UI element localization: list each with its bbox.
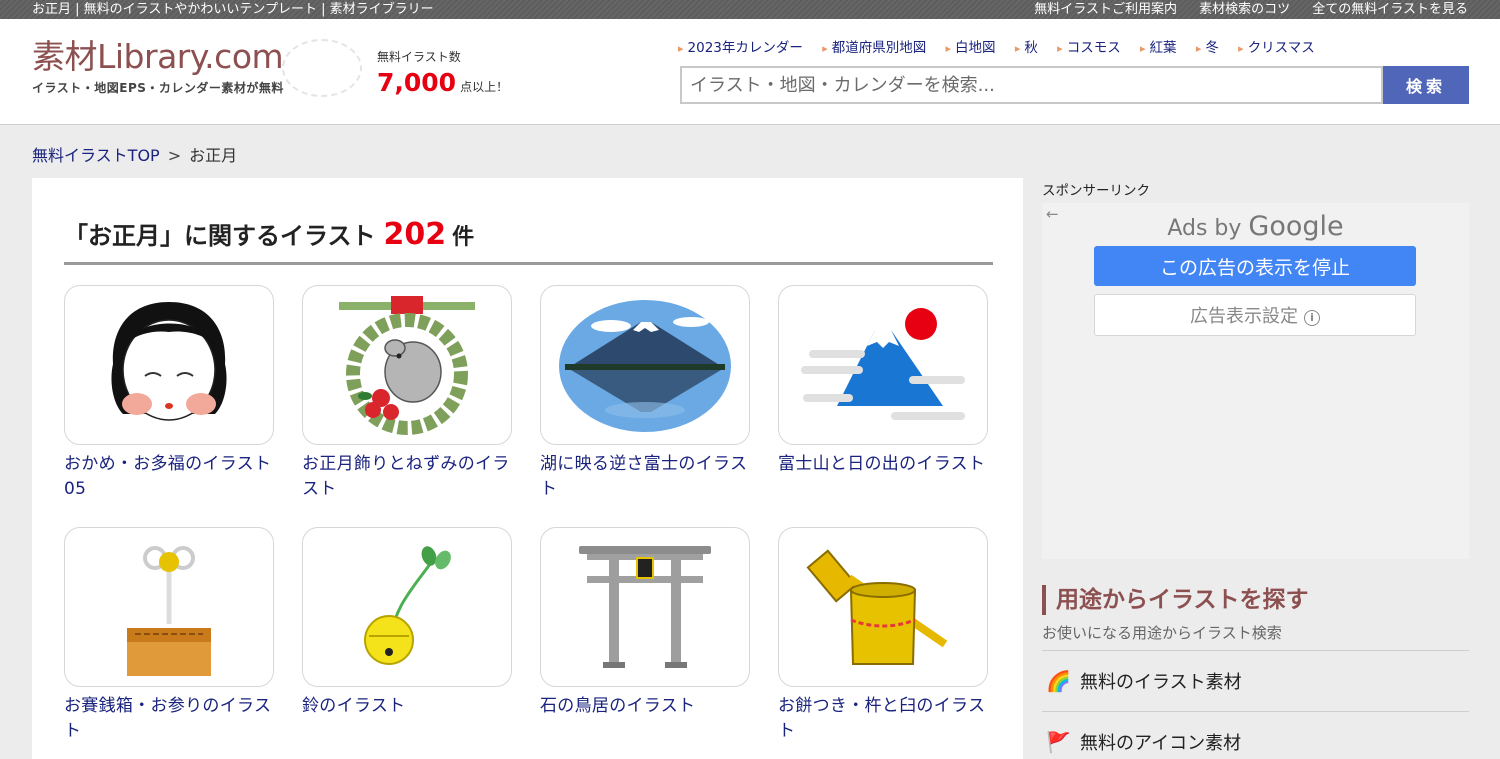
- result-count: 202: [383, 217, 447, 252]
- quicklink-autumn-leaves[interactable]: 紅葉: [1140, 40, 1177, 56]
- site-header: 素材Library.com イラスト・地図EPS・カレンダー素材が無料 無料イラ…: [0, 19, 1500, 125]
- ad-settings-label: 広告表示設定: [1190, 306, 1298, 327]
- sidebar-section-title: 用途からイラストを探す: [1042, 585, 1469, 615]
- quicklink-blank-map[interactable]: 白地図: [946, 40, 996, 56]
- logo-stamp-icon: [282, 39, 362, 97]
- illustration-card[interactable]: お正月飾りとねずみのイラスト: [302, 285, 512, 502]
- result-unit: 件: [452, 225, 475, 250]
- illustration-card[interactable]: お賽銭箱・お参りのイラスト: [64, 527, 274, 744]
- bell-icon: [364, 546, 451, 665]
- fuji-sunrise-icon: [801, 308, 965, 420]
- top-links: 無料イラストご利用案内 素材検索のコツ 全ての無料イラストを見る: [1016, 0, 1468, 19]
- search-tips-link[interactable]: 素材検索のコツ: [1199, 2, 1290, 17]
- illustration-card[interactable]: おかめ・お多福のイラスト05: [64, 285, 274, 502]
- illustration-title[interactable]: お賽銭箱・お参りのイラスト: [64, 694, 274, 744]
- sidebar-divider: [1042, 711, 1469, 712]
- illustration-title[interactable]: 富士山と日の出のイラスト: [778, 452, 988, 477]
- sidebar-section-subtitle: お使いになる用途からイラスト検索: [1042, 624, 1282, 642]
- info-icon: i: [1304, 310, 1320, 326]
- quicklink-winter[interactable]: 冬: [1196, 40, 1219, 56]
- search-form: 検索: [680, 66, 1469, 104]
- illustration-thumbnail[interactable]: [64, 285, 274, 445]
- breadcrumb-current: お正月: [189, 146, 238, 165]
- torii-icon: [579, 546, 711, 668]
- ads-by-label: Ads by: [1167, 216, 1242, 241]
- sidebar-item-icons[interactable]: 🚩 無料のアイコン素材: [1046, 729, 1241, 755]
- rainbow-icon: 🌈: [1046, 669, 1071, 693]
- count-label: 無料イラスト数: [377, 50, 461, 64]
- illustration-thumbnail[interactable]: [302, 285, 512, 445]
- sidebar-item-label: 無料のイラスト素材: [1080, 672, 1242, 693]
- quicklink-autumn[interactable]: 秋: [1015, 40, 1038, 56]
- illustration-card[interactable]: お餅つき・杵と臼のイラスト: [778, 527, 988, 744]
- quicklink-prefecture-map[interactable]: 都道府県別地図: [822, 40, 926, 56]
- illustration-title[interactable]: お餅つき・杵と臼のイラスト: [778, 694, 988, 744]
- illustration-card[interactable]: 石の鳥居のイラスト: [540, 527, 750, 719]
- all-illustrations-link[interactable]: 全ての無料イラストを見る: [1312, 2, 1468, 17]
- sidebar-item-illustrations[interactable]: 🌈 無料のイラスト素材: [1046, 668, 1242, 694]
- heading-divider: [64, 262, 993, 265]
- illustration-thumbnail[interactable]: [778, 285, 988, 445]
- ad-settings-button[interactable]: 広告表示設定 i: [1094, 294, 1416, 336]
- search-button[interactable]: 検索: [1383, 66, 1469, 104]
- sidebar-divider: [1042, 650, 1469, 651]
- reflected-fuji-icon: [559, 300, 731, 432]
- shimekazari-rat-icon: [339, 296, 475, 435]
- site-tagline: お正月 | 無料のイラストやかわいいテンプレート | 素材ライブラリー: [32, 2, 434, 17]
- page-title-text: 「お正月」に関するイラスト: [64, 222, 376, 250]
- top-bar: お正月 | 無料のイラストやかわいいテンプレート | 素材ライブラリー 無料イラ…: [0, 0, 1500, 19]
- illustration-thumbnail[interactable]: [540, 527, 750, 687]
- count-value: 7,000: [377, 68, 457, 97]
- page-title: 「お正月」に関するイラスト 202 件: [64, 216, 474, 252]
- illustration-title[interactable]: 鈴のイラスト: [302, 694, 512, 719]
- quicklink-cosmos[interactable]: コスモス: [1057, 40, 1121, 56]
- illustration-thumbnail[interactable]: [64, 527, 274, 687]
- illustration-thumbnail[interactable]: [540, 285, 750, 445]
- quicklink-calendar[interactable]: 2023年カレンダー: [678, 40, 803, 56]
- illustration-title[interactable]: おかめ・お多福のイラスト05: [64, 452, 274, 502]
- okame-icon: [111, 302, 227, 421]
- stop-ad-button[interactable]: この広告の表示を停止: [1094, 246, 1416, 286]
- search-input[interactable]: [680, 66, 1383, 104]
- main-content: 「お正月」に関するイラスト 202 件 おかめ・お多福のイラスト05 お正月飾り…: [32, 178, 1023, 759]
- ads-by-google: Ads by Google: [1042, 211, 1469, 242]
- offering-box-icon: [127, 546, 211, 676]
- illustration-title[interactable]: 湖に映る逆さ富士のイラスト: [540, 452, 750, 502]
- sponsor-label: スポンサーリンク: [1042, 183, 1150, 199]
- breadcrumb-home[interactable]: 無料イラストTOP: [32, 146, 160, 165]
- breadcrumb-separator: >: [167, 146, 182, 165]
- site-logo[interactable]: 素材Library.com イラスト・地図EPS・カレンダー素材が無料: [32, 37, 362, 107]
- illustration-card[interactable]: 富士山と日の出のイラスト: [778, 285, 988, 477]
- ad-box: ← Ads by Google この広告の表示を停止 広告表示設定 i: [1042, 203, 1469, 559]
- quick-links: 2023年カレンダー 都道府県別地図 白地図 秋 コスモス 紅葉 冬 クリスマス: [678, 36, 1330, 56]
- sidebar-item-label: 無料のアイコン素材: [1080, 733, 1242, 754]
- illustration-card[interactable]: 鈴のイラスト: [302, 527, 512, 719]
- breadcrumb: 無料イラストTOP > お正月: [32, 142, 237, 166]
- google-label: Google: [1248, 211, 1344, 242]
- illustration-count: 無料イラスト数 7,000 点以上！: [377, 48, 508, 102]
- usage-guide-link[interactable]: 無料イラストご利用案内: [1034, 2, 1177, 17]
- quicklink-christmas[interactable]: クリスマス: [1238, 40, 1315, 56]
- illustration-title[interactable]: 石の鳥居のイラスト: [540, 694, 750, 719]
- illustration-thumbnail[interactable]: [778, 527, 988, 687]
- mochitsuki-icon: [806, 549, 948, 665]
- illustration-title[interactable]: お正月飾りとねずみのイラスト: [302, 452, 512, 502]
- illustration-card[interactable]: 湖に映る逆さ富士のイラスト: [540, 285, 750, 502]
- count-suffix: 点以上！: [460, 80, 509, 94]
- flag-icon: 🚩: [1046, 730, 1071, 754]
- illustration-thumbnail[interactable]: [302, 527, 512, 687]
